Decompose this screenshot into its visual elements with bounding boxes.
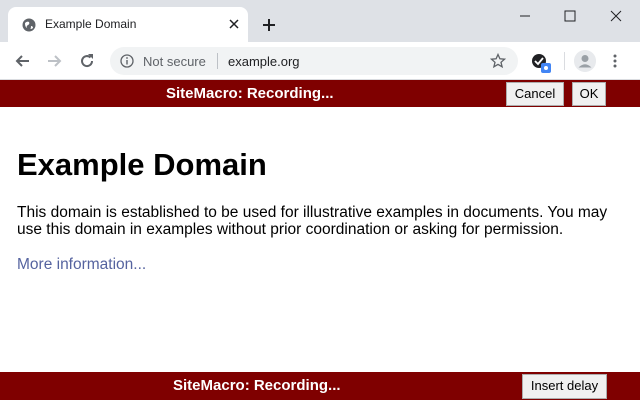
url-text[interactable]: example.org (228, 54, 300, 69)
tab-title: Example Domain (45, 17, 137, 31)
more-information-link[interactable]: More information... (17, 256, 146, 274)
page-heading: Example Domain (17, 147, 267, 182)
tab-example-domain[interactable]: Example Domain (8, 7, 248, 42)
back-arrow-icon[interactable] (14, 52, 32, 70)
star-icon[interactable] (490, 53, 506, 69)
cancel-button[interactable]: Cancel (506, 82, 564, 106)
ok-button[interactable]: OK (572, 82, 606, 106)
reload-icon[interactable] (78, 52, 96, 70)
toolbar-divider (564, 52, 565, 70)
window-close-icon[interactable] (606, 6, 626, 26)
insert-delay-button[interactable]: Insert delay (522, 374, 607, 399)
security-status: Not secure (143, 54, 206, 69)
omnibox-divider (217, 53, 218, 69)
info-icon[interactable] (120, 54, 134, 68)
page-paragraph: This domain is established to be used fo… (17, 204, 608, 238)
forward-arrow-icon[interactable] (45, 52, 63, 70)
tab-strip: Example Domain (0, 0, 640, 42)
plus-icon[interactable] (261, 17, 277, 33)
recording-bar-bottom: SiteMacro: Recording... Insert delay (0, 372, 640, 400)
globe-icon (22, 18, 36, 32)
avatar-icon[interactable] (574, 50, 596, 72)
extension-icon[interactable] (530, 52, 552, 74)
minimize-icon[interactable] (515, 6, 535, 26)
address-bar[interactable]: Not secure example.org (110, 47, 518, 75)
close-icon[interactable] (226, 16, 242, 32)
page-content: Example Domain This domain is establishe… (0, 107, 640, 372)
recording-status: SiteMacro: Recording... (166, 85, 334, 102)
maximize-icon[interactable] (560, 6, 580, 26)
recording-bar-top: SiteMacro: Recording... Cancel OK (0, 80, 640, 107)
recording-status-bottom: SiteMacro: Recording... (173, 377, 341, 394)
menu-icon[interactable] (612, 53, 618, 69)
